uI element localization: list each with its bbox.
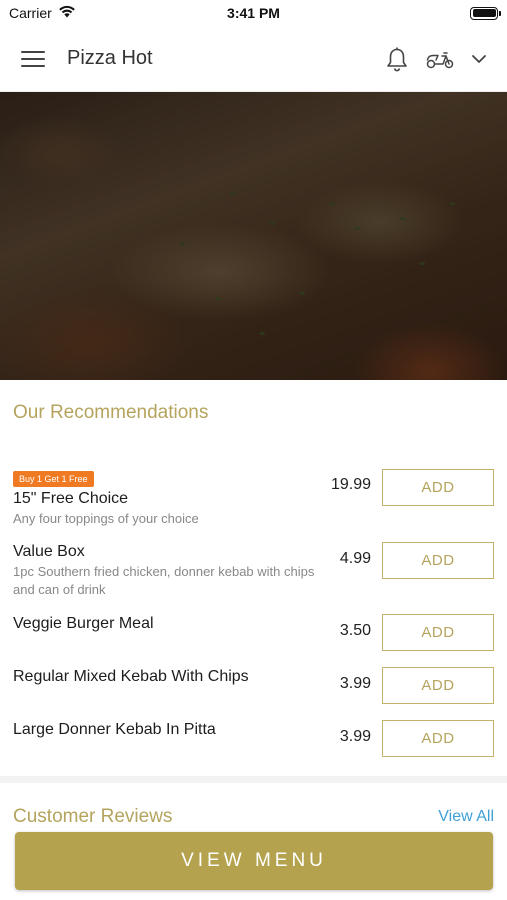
item-price: 4.99	[339, 550, 371, 567]
carrier-label: Carrier	[9, 5, 52, 21]
status-time: 3:41 PM	[227, 5, 280, 21]
item-name: Large Donner Kebab In Pitta	[13, 721, 216, 738]
item-price: 19.99	[330, 476, 371, 493]
add-button[interactable]: ADD	[382, 667, 494, 704]
scooter-icon[interactable]	[425, 48, 455, 70]
item-price: 3.50	[339, 622, 371, 639]
battery-icon	[470, 6, 501, 20]
hero-image	[0, 92, 507, 380]
menu-icon[interactable]	[20, 49, 46, 69]
bell-icon[interactable]	[385, 45, 409, 73]
item-price: 3.99	[339, 728, 371, 745]
recommendations-title: Our Recommendations	[13, 402, 209, 423]
add-button[interactable]: ADD	[382, 614, 494, 651]
page-title: Pizza Hot	[67, 47, 153, 69]
app-header: Pizza Hot	[0, 26, 507, 92]
status-bar: Carrier 3:41 PM	[0, 0, 507, 26]
item-name: Value Box	[13, 543, 85, 560]
view-menu-button[interactable]: VIEW MENU	[15, 832, 493, 890]
bottom-bar: VIEW MENU	[0, 823, 507, 900]
item-name: Regular Mixed Kebab With Chips	[13, 668, 249, 685]
chevron-down-icon[interactable]	[471, 54, 487, 64]
add-button[interactable]: ADD	[382, 469, 494, 506]
add-button[interactable]: ADD	[382, 720, 494, 757]
section-divider	[0, 776, 507, 783]
add-button[interactable]: ADD	[382, 542, 494, 579]
item-price: 3.99	[339, 675, 371, 692]
item-description: 1pc Southern fried chicken, donner kebab…	[13, 564, 315, 597]
item-name: 15" Free Choice	[13, 490, 129, 507]
wifi-icon	[58, 5, 76, 21]
item-name: Veggie Burger Meal	[13, 615, 154, 632]
item-description: Any four toppings of your choice	[13, 511, 199, 526]
offer-badge: Buy 1 Get 1 Free	[13, 471, 94, 487]
